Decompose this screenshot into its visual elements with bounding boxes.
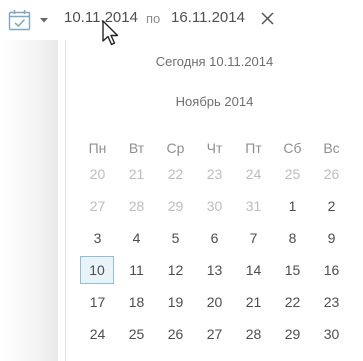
- calendar-week-row: 17 18 19 20 21 22 23: [78, 290, 351, 314]
- calendar-day[interactable]: 22: [273, 290, 312, 314]
- weekday-header: Пн Вт Ср Чт Пт Сб Вс: [78, 136, 351, 160]
- calendar-day[interactable]: 26: [312, 162, 351, 186]
- calendar-day[interactable]: 11: [117, 258, 156, 282]
- calendar-day[interactable]: 18: [117, 290, 156, 314]
- calendar-day[interactable]: 12: [156, 258, 195, 282]
- weekday-label: Вт: [128, 140, 145, 156]
- calendar-day[interactable]: 27: [195, 322, 234, 346]
- calendar-day[interactable]: 26: [156, 322, 195, 346]
- calendar-day-selected[interactable]: 10: [80, 256, 114, 284]
- calendar-day[interactable]: 17: [78, 290, 117, 314]
- calendar-day[interactable]: 24: [234, 162, 273, 186]
- calendar-day[interactable]: 25: [117, 322, 156, 346]
- weekday-label: Сб: [283, 140, 302, 156]
- calendar-week-row: 27 28 29 30 31 1 2: [78, 194, 351, 218]
- calendar-day[interactable]: 21: [234, 290, 273, 314]
- calendar-day[interactable]: 28: [117, 194, 156, 218]
- calendar-day[interactable]: 29: [156, 194, 195, 218]
- calendar-day[interactable]: 27: [78, 194, 117, 218]
- calendar-day[interactable]: 29: [273, 322, 312, 346]
- calendar-day[interactable]: 24: [78, 322, 117, 346]
- calendar-day[interactable]: 25: [273, 162, 312, 186]
- calendar-day[interactable]: 22: [156, 162, 195, 186]
- calendar-day[interactable]: 30: [195, 194, 234, 218]
- calendar-day[interactable]: 1: [273, 194, 312, 218]
- weekday-label: Вс: [323, 140, 340, 156]
- month-title[interactable]: Ноябрь 2014: [66, 94, 363, 109]
- calendar-day[interactable]: 20: [195, 290, 234, 314]
- calendar-day[interactable]: 4: [117, 226, 156, 250]
- calendar-popup: Сегодня 10.11.2014 Ноябрь 2014 Пн Вт Ср …: [66, 40, 363, 361]
- calendar-day[interactable]: 3: [78, 226, 117, 250]
- calendar-day[interactable]: 7: [234, 226, 273, 250]
- range-separator: по: [146, 11, 161, 26]
- weekday-label: Ср: [166, 140, 185, 156]
- calendar-day[interactable]: 8: [273, 226, 312, 250]
- caret-down-icon: [40, 18, 48, 23]
- calendar-day[interactable]: 15: [273, 258, 312, 282]
- calendar-day[interactable]: 31: [234, 194, 273, 218]
- calendar-day[interactable]: 28: [234, 322, 273, 346]
- calendar-button[interactable]: [6, 8, 50, 32]
- calendar-day[interactable]: 14: [234, 258, 273, 282]
- calendar-week-row: 10 11 12 13 14 15 16: [78, 256, 351, 284]
- calendar-day[interactable]: 23: [195, 162, 234, 186]
- weekday-label: Чт: [206, 140, 223, 156]
- calendar-day[interactable]: 9: [312, 226, 351, 250]
- mouse-cursor-icon: [102, 20, 119, 46]
- today-link[interactable]: Сегодня 10.11.2014: [66, 54, 363, 69]
- calendar-week-row: 20 21 22 23 24 25 26: [78, 162, 351, 186]
- calendar-day[interactable]: 23: [312, 290, 351, 314]
- calendar-check-icon: [8, 10, 31, 31]
- date-range-toolbar: 10.11.2014 по 16.11.2014: [0, 0, 363, 40]
- range-end-date[interactable]: 16.11.2014: [171, 9, 245, 26]
- calendar-day[interactable]: 5: [156, 226, 195, 250]
- calendar-day[interactable]: 30: [312, 322, 351, 346]
- calendar-week-row: 24 25 26 27 28 29 30: [78, 322, 351, 346]
- calendar-day[interactable]: 6: [195, 226, 234, 250]
- calendar-day[interactable]: 16: [312, 258, 351, 282]
- calendar-day[interactable]: 13: [195, 258, 234, 282]
- calendar-day[interactable]: 19: [156, 290, 195, 314]
- weekday-label: Пт: [245, 140, 262, 156]
- calendar-day[interactable]: 2: [312, 194, 351, 218]
- weekday-label: Пн: [88, 140, 107, 156]
- page-background: [0, 40, 58, 361]
- close-icon[interactable]: [260, 11, 275, 26]
- calendar-week-row: 3 4 5 6 7 8 9: [78, 226, 351, 250]
- calendar-day[interactable]: 21: [117, 162, 156, 186]
- calendar-day[interactable]: 20: [78, 162, 117, 186]
